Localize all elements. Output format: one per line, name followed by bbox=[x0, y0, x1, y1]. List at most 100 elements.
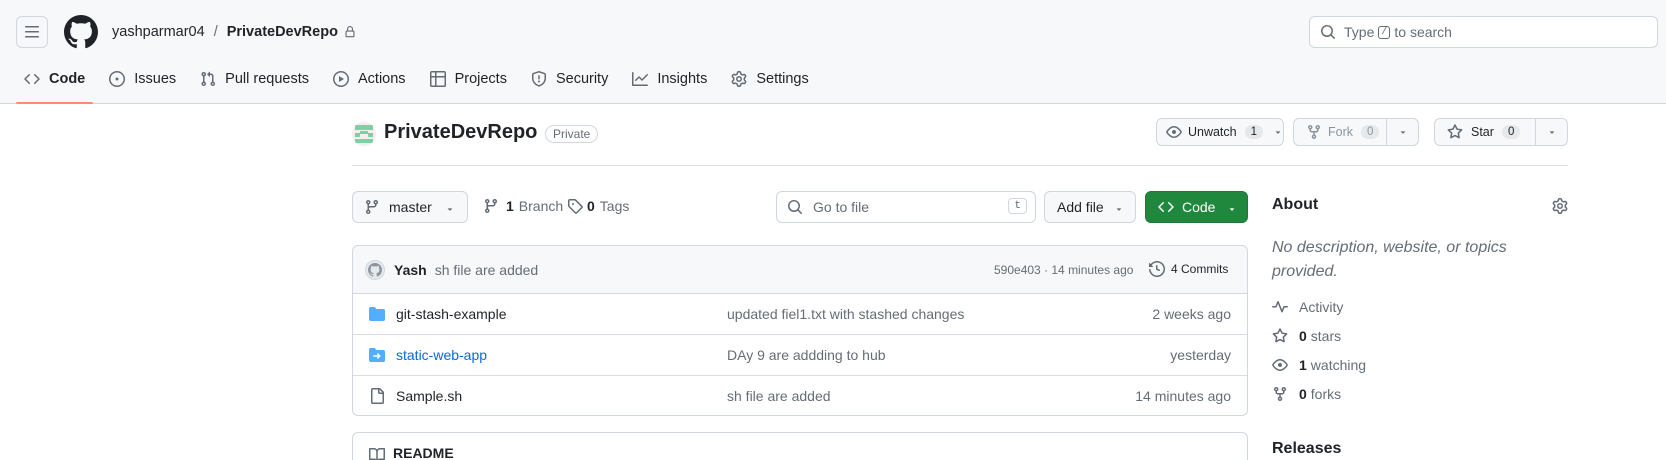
global-header: yashparmar04 / PrivateDevRepo Type / to … bbox=[0, 0, 1666, 104]
github-logo-icon[interactable] bbox=[64, 15, 98, 49]
repo-title[interactable]: PrivateDevRepo bbox=[384, 121, 537, 144]
commit-author[interactable]: Yash bbox=[394, 262, 427, 278]
repo-nav-tabs: Code Issues Pull requests Actions Projec… bbox=[16, 63, 825, 104]
breadcrumb: yashparmar04 / PrivateDevRepo bbox=[112, 22, 356, 42]
search-placeholder-suffix: to search bbox=[1394, 24, 1452, 40]
fork-button[interactable]: Fork 0 bbox=[1293, 118, 1419, 146]
star-button[interactable]: Star 0 bbox=[1434, 118, 1568, 146]
tag-icon bbox=[568, 199, 583, 214]
fork-icon bbox=[1308, 125, 1320, 140]
file-name[interactable]: static-web-app bbox=[396, 347, 487, 363]
forks-label: forks bbox=[1310, 386, 1342, 402]
hamburger-icon bbox=[25, 26, 39, 38]
readme-title[interactable]: README bbox=[393, 445, 454, 460]
branches-link[interactable]: 1 Branch bbox=[483, 198, 563, 214]
star-dropdown[interactable] bbox=[1535, 119, 1567, 145]
repo-title-row: PrivateDevRepo Private Unwatch 1 Fork 0 … bbox=[352, 118, 1568, 166]
stars-label: stars bbox=[1310, 328, 1342, 344]
go-to-file-placeholder: Go to file bbox=[813, 199, 870, 215]
menu-button[interactable] bbox=[16, 16, 48, 48]
tab-actions-label: Actions bbox=[358, 71, 406, 87]
table-icon bbox=[429, 71, 446, 87]
file-row[interactable]: Sample.sh sh file are added 14 minutes a… bbox=[353, 376, 1247, 415]
caret-down-icon bbox=[1275, 131, 1281, 134]
tab-actions[interactable]: Actions bbox=[325, 63, 414, 95]
repo-link[interactable]: PrivateDevRepo bbox=[227, 24, 338, 40]
file-row[interactable]: static-web-app DAy 9 are addding to hub … bbox=[353, 335, 1247, 376]
caret-down-icon bbox=[1400, 131, 1405, 134]
branch-selector[interactable]: master bbox=[352, 191, 468, 223]
watching-label: watching bbox=[1310, 357, 1367, 373]
author-avatar[interactable] bbox=[365, 259, 385, 280]
file-commit-message[interactable]: updated fiel1.txt with stashed changes bbox=[727, 306, 964, 322]
tab-code-label: Code bbox=[49, 71, 86, 87]
about-description: No description, website, or topics provi… bbox=[1272, 239, 1507, 280]
tab-issues[interactable]: Issues bbox=[101, 63, 184, 95]
go-to-file-input[interactable]: Go to file t bbox=[776, 191, 1036, 223]
tab-pull-requests-label: Pull requests bbox=[225, 71, 309, 87]
tags-link[interactable]: 0 Tags bbox=[567, 198, 629, 214]
gear-icon[interactable] bbox=[1552, 198, 1568, 214]
commit-sha-time[interactable]: 590e403 · 14 minutes ago bbox=[994, 263, 1133, 277]
file-row[interactable]: git-stash-example updated fiel1.txt with… bbox=[353, 294, 1247, 335]
releases-heading[interactable]: Releases bbox=[1272, 440, 1341, 458]
tab-projects-label: Projects bbox=[454, 71, 507, 87]
branch-count: 1 bbox=[506, 198, 514, 214]
global-search-input[interactable]: Type / to search bbox=[1309, 16, 1658, 48]
eye-icon bbox=[1166, 126, 1182, 138]
watching-link[interactable]: 1 watching bbox=[1272, 357, 1366, 373]
file-name[interactable]: git-stash-example bbox=[396, 306, 507, 322]
commit-message[interactable]: sh file are added bbox=[435, 262, 539, 278]
branch-icon bbox=[365, 200, 378, 215]
unwatch-label: Unwatch bbox=[1187, 125, 1237, 139]
play-icon bbox=[333, 71, 349, 87]
stars-link[interactable]: 0 stars bbox=[1272, 328, 1341, 344]
code-button[interactable]: Code bbox=[1145, 191, 1248, 223]
identicon-icon bbox=[352, 122, 376, 146]
add-file-label: Add file bbox=[1057, 199, 1104, 215]
add-file-button[interactable]: Add file bbox=[1044, 191, 1136, 223]
readme-panel: README bbox=[352, 432, 1248, 460]
star-count: 0 bbox=[1501, 125, 1521, 139]
search-icon bbox=[1321, 25, 1336, 40]
file-commit-date: yesterday bbox=[1170, 347, 1231, 363]
unwatch-button[interactable]: Unwatch 1 bbox=[1156, 118, 1284, 146]
search-shortcut-key: / bbox=[1378, 25, 1391, 39]
tab-projects[interactable]: Projects bbox=[422, 63, 515, 95]
about-heading: About bbox=[1272, 196, 1319, 213]
file-commit-message[interactable]: sh file are added bbox=[727, 388, 831, 404]
forks-link[interactable]: 0 forks bbox=[1272, 386, 1341, 402]
tab-pull-requests[interactable]: Pull requests bbox=[192, 63, 317, 95]
book-icon bbox=[369, 447, 385, 460]
file-commit-message[interactable]: DAy 9 are addding to hub bbox=[727, 347, 886, 363]
caret-down-icon bbox=[447, 208, 453, 211]
tab-code[interactable]: Code bbox=[16, 63, 94, 104]
branch-name: master bbox=[389, 199, 432, 215]
tag-count-label: Tags bbox=[599, 198, 630, 214]
caret-down-icon bbox=[1116, 208, 1122, 211]
commits-link[interactable]: 4 Commits bbox=[1149, 261, 1228, 277]
watch-count: 1 bbox=[1244, 125, 1264, 139]
file-name[interactable]: Sample.sh bbox=[396, 388, 462, 404]
activity-link[interactable]: Activity bbox=[1272, 299, 1343, 315]
tab-insights[interactable]: Insights bbox=[624, 63, 715, 95]
caret-down-icon bbox=[1229, 208, 1235, 211]
file-icon bbox=[371, 388, 384, 404]
tab-security[interactable]: Security bbox=[523, 63, 616, 95]
fork-dropdown[interactable] bbox=[1386, 119, 1418, 145]
user-icon bbox=[368, 262, 382, 277]
search-icon bbox=[788, 200, 803, 215]
owner-link[interactable]: yashparmar04 bbox=[112, 24, 205, 40]
star-icon bbox=[1447, 124, 1463, 139]
file-commit-date: 14 minutes ago bbox=[1135, 388, 1231, 404]
file-browser: Yash sh file are added 590e403 · 14 minu… bbox=[352, 245, 1248, 416]
code-icon bbox=[24, 73, 40, 85]
tab-issues-label: Issues bbox=[134, 71, 177, 87]
tab-settings-label: Settings bbox=[756, 71, 809, 87]
folder-icon bbox=[369, 307, 385, 321]
tab-settings[interactable]: Settings bbox=[723, 63, 816, 95]
breadcrumb-separator: / bbox=[213, 24, 218, 40]
activity-label: Activity bbox=[1299, 299, 1344, 315]
fork-label: Fork bbox=[1328, 125, 1353, 139]
lock-icon bbox=[345, 26, 355, 38]
